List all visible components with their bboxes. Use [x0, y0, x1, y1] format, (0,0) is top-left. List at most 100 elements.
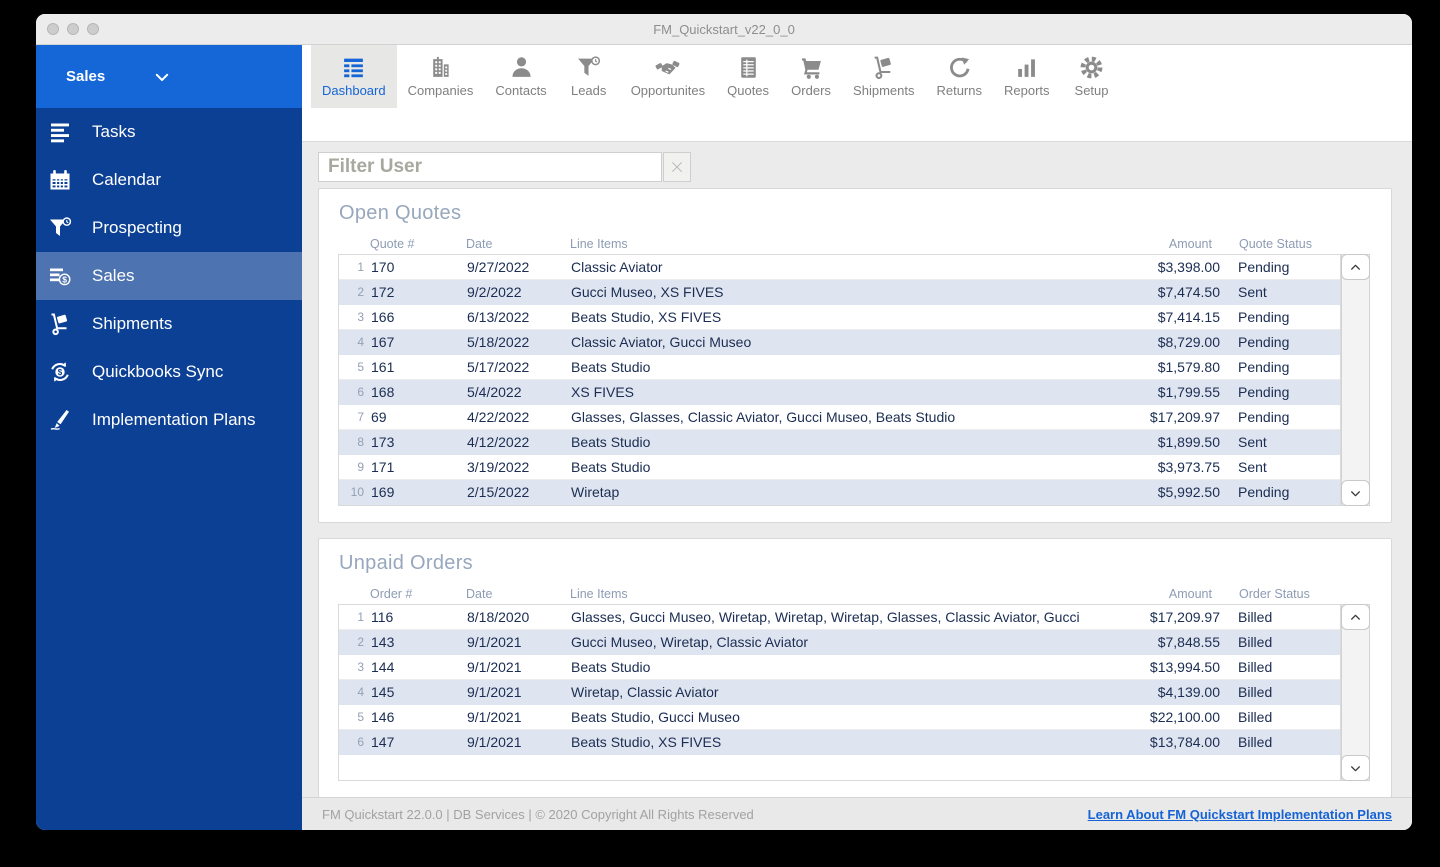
scroll-up-button[interactable] [1341, 604, 1370, 630]
scroll-up-button[interactable] [1341, 254, 1370, 280]
column-header: Quote # [370, 237, 415, 251]
tab-dashboard[interactable]: Dashboard [311, 45, 397, 108]
sidebar-item-label: Quickbooks Sync [92, 362, 224, 381]
opportunities-icon [655, 55, 680, 80]
filter-user-input[interactable] [318, 152, 662, 182]
cell-id: 143 [371, 634, 395, 650]
cell-date: 2/15/2022 [467, 484, 530, 500]
cell-id: 173 [371, 434, 395, 450]
dashboard-content: Open Quotes Quote # Date Line Items Amou… [302, 141, 1412, 797]
cell-date: 9/1/2021 [467, 659, 522, 675]
tab-quotes[interactable]: Quotes [716, 45, 780, 108]
table-row[interactable]: 2 143 9/1/2021 Gucci Museo, Wiretap, Classi… [339, 630, 1340, 655]
sidebar-item-sales[interactable]: $ Sales [36, 252, 302, 300]
sidebar-item-calendar[interactable]: Calendar [36, 156, 302, 204]
cell-status: Billed [1238, 734, 1273, 750]
table-row[interactable]: 1 116 8/18/2020 Glasses, Gucci Museo, Wiret… [339, 605, 1340, 630]
cell-status: Pending [1238, 359, 1290, 375]
table-row[interactable]: 5 161 5/17/2022 Beats Studio $1,579.80 Pendin… [339, 355, 1340, 380]
sidebar-item-shipments[interactable]: Shipments [36, 300, 302, 348]
tab-setup[interactable]: Setup [1061, 45, 1123, 108]
cell-amount: $13,784.00 [1149, 734, 1220, 750]
tab-label: Leads [570, 83, 607, 98]
minimize-button[interactable] [67, 23, 79, 35]
chevron-up-icon [1349, 611, 1362, 624]
table-row[interactable]: 5 146 9/1/2021 Beats Studio, Gucci Museo $22… [339, 705, 1340, 730]
sidebar-menu-selector[interactable]: Sales [36, 45, 302, 108]
tab-orders[interactable]: Orders [780, 45, 842, 108]
open-quotes-scrollbar[interactable] [1341, 254, 1370, 506]
chevron-down-icon [1349, 487, 1362, 500]
sidebar-item-quickbooks-sync[interactable]: $ Quickbooks Sync [36, 348, 302, 396]
tab-companies[interactable]: Companies [397, 45, 485, 108]
cell-status: Billed [1238, 709, 1273, 725]
scroll-down-button[interactable] [1341, 480, 1370, 506]
cell-amount: $7,474.50 [1157, 284, 1220, 300]
close-button[interactable] [47, 23, 59, 35]
orders-icon [799, 55, 824, 80]
sidebar-item-implementation-plans[interactable]: Implementation Plans [36, 396, 302, 444]
table-row[interactable]: 9 171 3/19/2022 Beats Studio $3,973.75 Sent [339, 455, 1340, 480]
cell-date: 5/17/2022 [467, 359, 530, 375]
cell-id: 171 [371, 459, 395, 475]
implementation-plans-link[interactable]: Learn About FM Quickstart Implementation… [1088, 807, 1392, 822]
window-titlebar[interactable]: FM_Quickstart_v22_0_0 [36, 14, 1412, 45]
table-row[interactable]: 4 167 5/18/2022 Classic Aviator, Gucci Muse… [339, 330, 1340, 355]
table-row[interactable]: 2 172 9/2/2022 Gucci Museo, XS FIVES $7,474.… [339, 280, 1340, 305]
column-header: Date [466, 237, 493, 251]
sidebar-item-tasks[interactable]: Tasks [36, 108, 302, 156]
unpaid-orders-header-row: Order # Date Line Items Amount Order Sta… [338, 583, 1370, 604]
traffic-lights [36, 23, 99, 35]
tab-label: Setup [1074, 83, 1109, 98]
table-row[interactable]: 6 147 9/1/2021 Beats Studio, XS FIVES $13,78… [339, 730, 1340, 755]
cell-line-items: Glasses, Gucci Museo, Wiretap, Wiretap, … [571, 609, 1080, 625]
open-quotes-title: Open Quotes [339, 202, 462, 224]
companies-icon [428, 55, 453, 80]
column-header: Quote Status [1239, 237, 1312, 251]
unpaid-orders-scrollbar[interactable] [1341, 604, 1370, 781]
cell-amount: $4,139.00 [1157, 684, 1220, 700]
tab-label: Quotes [727, 83, 770, 98]
tab-label: Reports [1004, 83, 1050, 98]
tab-label: Shipments [853, 83, 915, 98]
table-row[interactable]: 3 144 9/1/2021 Beats Studio $13,994.50 Billed [339, 655, 1340, 680]
cell-line-items: Wiretap [571, 484, 620, 500]
tab-returns[interactable]: Returns [925, 45, 993, 108]
cell-amount: $8,729.00 [1157, 334, 1220, 350]
cell-date: 9/1/2021 [467, 684, 522, 700]
table-row[interactable]: 10 169 2/15/2022 Wiretap $5,992.50 Pending [339, 480, 1340, 505]
toolbar: Dashboard Companies Contacts Leads Opportuni… [302, 45, 1412, 108]
tab-opportunites[interactable]: Opportunites [620, 45, 716, 108]
column-header: Line Items [570, 587, 628, 601]
cell-line-items: Gucci Museo, XS FIVES [571, 284, 724, 300]
cell-num: 6 [357, 735, 364, 749]
unpaid-orders-title: Unpaid Orders [339, 552, 473, 574]
zoom-button[interactable] [87, 23, 99, 35]
cell-num: 7 [357, 410, 364, 424]
table-row[interactable]: 6 168 5/4/2022 XS FIVES $1,799.55 Pending [339, 380, 1340, 405]
tab-contacts[interactable]: Contacts [484, 45, 557, 108]
tab-shipments[interactable]: Shipments [842, 45, 925, 108]
table-row[interactable]: 1 170 9/27/2022 Classic Aviator $3,398.00 Pen… [339, 255, 1340, 280]
sidebar-nav: Tasks Calendar Prospecting $ Sales Shipments $… [36, 108, 302, 444]
tab-reports[interactable]: Reports [993, 45, 1061, 108]
table-row[interactable]: 7 69 4/22/2022 Glasses, Glasses, Classic Av… [339, 405, 1340, 430]
desktop-background: FM_Quickstart_v22_0_0 Sales Tasks Calenda… [0, 0, 1440, 867]
footer-copyright: FM Quickstart 22.0.0 | DB Services | © 2… [322, 806, 754, 822]
tab-leads[interactable]: Leads [558, 45, 620, 108]
sidebar-item-prospecting[interactable]: Prospecting [36, 204, 302, 252]
sidebar-item-label: Shipments [92, 314, 173, 333]
table-row[interactable]: 4 145 9/1/2021 Wiretap, Classic Aviator $4,1… [339, 680, 1340, 705]
table-row[interactable]: 3 166 6/13/2022 Beats Studio, XS FIVES $7,41… [339, 305, 1340, 330]
leads-icon [576, 55, 601, 80]
table-row[interactable]: 8 173 4/12/2022 Beats Studio $1,899.50 Sent [339, 430, 1340, 455]
cell-status: Pending [1238, 259, 1290, 275]
open-quotes-header-row: Quote # Date Line Items Amount Quote Sta… [338, 233, 1370, 254]
cell-date: 8/18/2020 [467, 609, 530, 625]
cell-id: 145 [371, 684, 395, 700]
scroll-down-button[interactable] [1341, 755, 1370, 781]
filter-clear-button[interactable] [663, 152, 691, 182]
returns-icon [947, 55, 972, 80]
quotes-icon [736, 55, 761, 80]
cell-amount: $1,579.80 [1157, 359, 1220, 375]
